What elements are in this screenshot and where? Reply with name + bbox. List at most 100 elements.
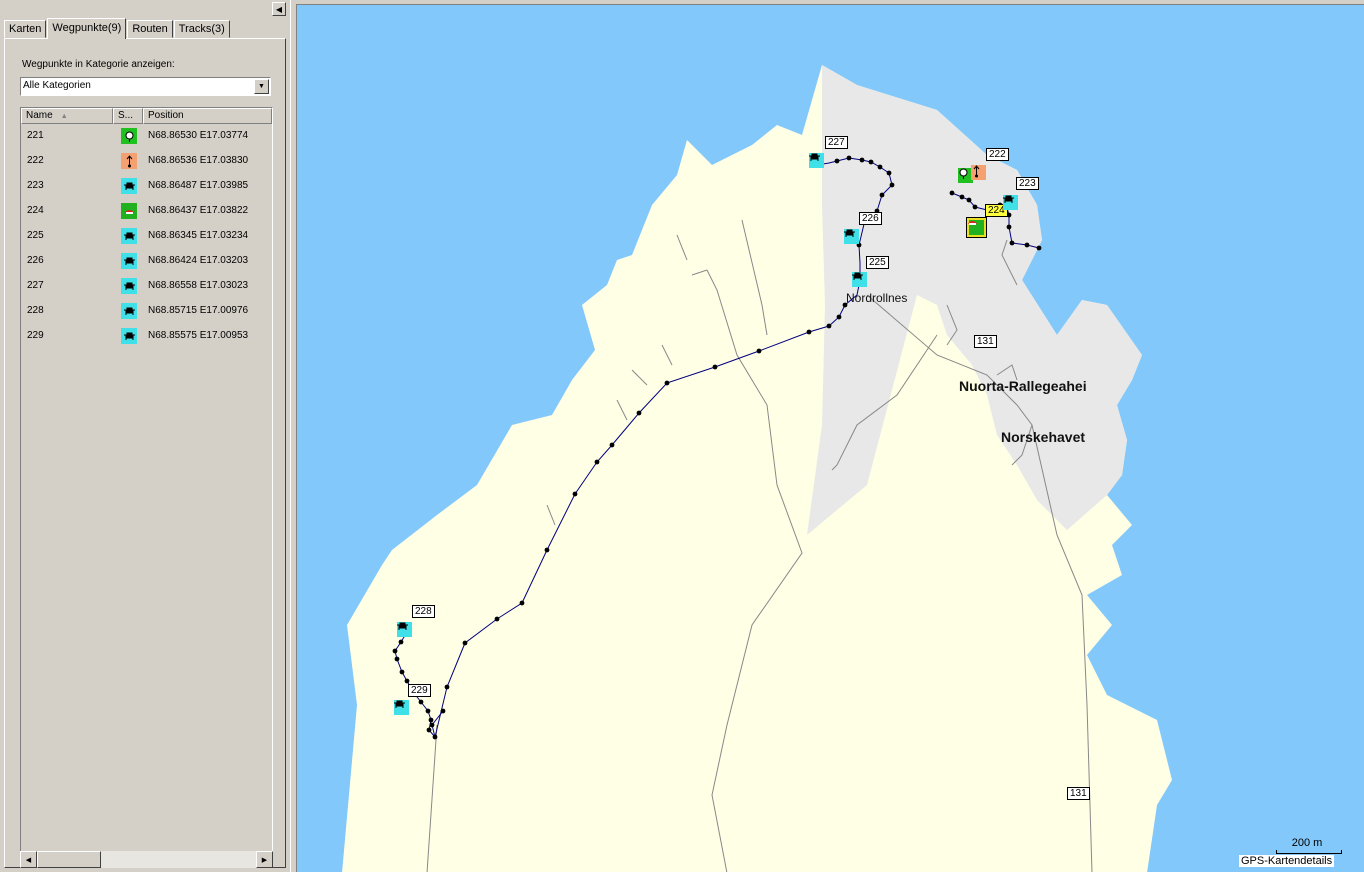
waypoint-position: N68.85575 E17.00953 — [148, 330, 249, 341]
track-point — [394, 656, 400, 662]
track-point — [428, 717, 434, 723]
waypoint-row[interactable]: 223 N68.86487 E17.03985 — [21, 174, 272, 199]
map-label-226: 226 — [859, 212, 882, 225]
bench-icon[interactable] — [809, 153, 824, 168]
track-point — [398, 639, 404, 645]
scrollbar-thumb[interactable] — [37, 851, 101, 868]
scroll-left-button[interactable]: ◀ — [20, 851, 37, 868]
scale-bar — [1276, 850, 1342, 854]
track-point — [494, 616, 500, 622]
map-details-label: GPS-Kartendetails — [1239, 855, 1335, 867]
place-nuorta-rallegeahei: Nuorta-Rallegeahei — [959, 378, 1087, 394]
track-point — [859, 157, 865, 163]
waypoint-name: 225 — [27, 230, 44, 241]
track-point — [609, 442, 615, 448]
waypoint-position: N68.86536 E17.03830 — [148, 155, 249, 166]
bench-icon — [121, 303, 137, 319]
track-point — [949, 190, 955, 196]
track-point — [846, 155, 852, 161]
tab-bar: Karten Wegpunkte(9) Routen Tracks(3) — [4, 18, 231, 39]
bench-icon[interactable] — [397, 622, 412, 637]
waypoint-list: Name ▲ S... Position 221 N68.86530 E17.037… — [20, 107, 273, 867]
waypoint-position: N68.86558 E17.03023 — [148, 280, 249, 291]
category-dropdown-value: Alle Kategorien — [23, 80, 91, 91]
tab-tracks[interactable]: Tracks(3) — [173, 20, 230, 38]
category-filter-label: Wegpunkte in Kategorie anzeigen: — [22, 59, 175, 70]
bench-icon — [121, 253, 137, 269]
trailhead-icon[interactable] — [971, 165, 986, 180]
waypoint-position: N68.86437 E17.03822 — [148, 205, 249, 216]
tab-wegpunkte[interactable]: Wegpunkte(9) — [47, 18, 127, 39]
waypoint-row[interactable]: 221 N68.86530 E17.03774 — [21, 124, 272, 149]
scroll-right-button[interactable]: ▶ — [256, 851, 273, 868]
trailhead-icon — [121, 153, 137, 169]
place-nordrollnes: Nordrollnes — [846, 291, 908, 305]
waypoint-row[interactable]: 229 N68.85575 E17.00953 — [21, 324, 272, 349]
track-point — [440, 708, 446, 714]
waypoint-row[interactable]: 225 N68.86345 E17.03234 — [21, 224, 272, 249]
track-point — [834, 158, 840, 164]
track-point — [1036, 245, 1042, 251]
track-point — [806, 329, 812, 335]
track-point — [418, 699, 424, 705]
waypoint-name: 224 — [27, 205, 44, 216]
map-label-227: 227 — [825, 136, 848, 149]
track-point — [544, 547, 550, 553]
place-norskehavet: Norskehavet — [1001, 429, 1086, 445]
dropdown-arrow-icon[interactable]: ▼ — [254, 79, 269, 94]
track-point — [712, 364, 718, 370]
track-point — [664, 380, 670, 386]
track-point — [426, 727, 432, 733]
waypoint-name: 221 — [27, 130, 44, 141]
chevron-left-icon: ◀ — [275, 4, 283, 14]
map-label-228: 228 — [412, 605, 435, 618]
track-point — [404, 678, 410, 684]
bench-icon — [121, 178, 137, 194]
scenic-area-icon — [121, 128, 137, 144]
track-point — [966, 197, 972, 203]
tab-routen[interactable]: Routen — [127, 20, 173, 38]
track-point — [425, 708, 431, 714]
bench-icon[interactable] — [1003, 195, 1018, 210]
waypoint-row[interactable]: 228 N68.85715 E17.00976 — [21, 299, 272, 324]
collapse-panel-button[interactable]: ◀ — [272, 2, 286, 16]
category-dropdown[interactable]: Alle Kategorien ▼ — [20, 77, 271, 96]
track-point — [519, 600, 525, 606]
waypoint-row[interactable]: 224 N68.86437 E17.03822 — [21, 199, 272, 224]
bench-icon[interactable] — [394, 700, 409, 715]
track-point — [399, 669, 405, 675]
track-point — [1024, 242, 1030, 248]
column-name-label: Name — [26, 110, 53, 121]
map-label-229: 229 — [408, 684, 431, 697]
track-point — [594, 459, 600, 465]
track-point — [432, 734, 438, 740]
track-point — [1006, 224, 1012, 230]
track-point — [879, 192, 885, 198]
waypoint-row[interactable]: 222 N68.86536 E17.03830 — [21, 149, 272, 174]
column-header-name[interactable]: Name ▲ — [21, 108, 113, 124]
column-header-position[interactable]: Position — [143, 108, 272, 124]
map-label-223: 223 — [1016, 177, 1039, 190]
road-number-131: 131 — [1067, 787, 1090, 800]
waypoint-row[interactable]: 226 N68.86424 E17.03203 — [21, 249, 272, 274]
horizontal-scrollbar[interactable]: ◀ ▶ — [20, 851, 273, 868]
column-header-symbol[interactable]: S... — [113, 108, 143, 124]
waypoint-row[interactable]: 227 N68.86558 E17.03023 — [21, 274, 272, 299]
waypoint-position: N68.86487 E17.03985 — [148, 180, 249, 191]
map-view[interactable]: 227 226 225 222 223 224 228 229 Nordroll… — [296, 4, 1364, 872]
track-point — [429, 722, 435, 728]
tab-karten[interactable]: Karten — [4, 20, 47, 38]
track-point — [877, 164, 883, 170]
boat-icon[interactable] — [966, 217, 987, 238]
track-point — [392, 648, 398, 654]
waypoint-name: 223 — [27, 180, 44, 191]
bench-icon[interactable] — [844, 229, 859, 244]
bench-icon — [121, 328, 137, 344]
bench-icon[interactable] — [852, 272, 867, 287]
waypoint-name: 229 — [27, 330, 44, 341]
track-point — [1009, 240, 1015, 246]
waypoint-name: 226 — [27, 255, 44, 266]
waypoint-position: N68.86424 E17.03203 — [148, 255, 249, 266]
track-point — [886, 170, 892, 176]
map-label-222: 222 — [986, 148, 1009, 161]
